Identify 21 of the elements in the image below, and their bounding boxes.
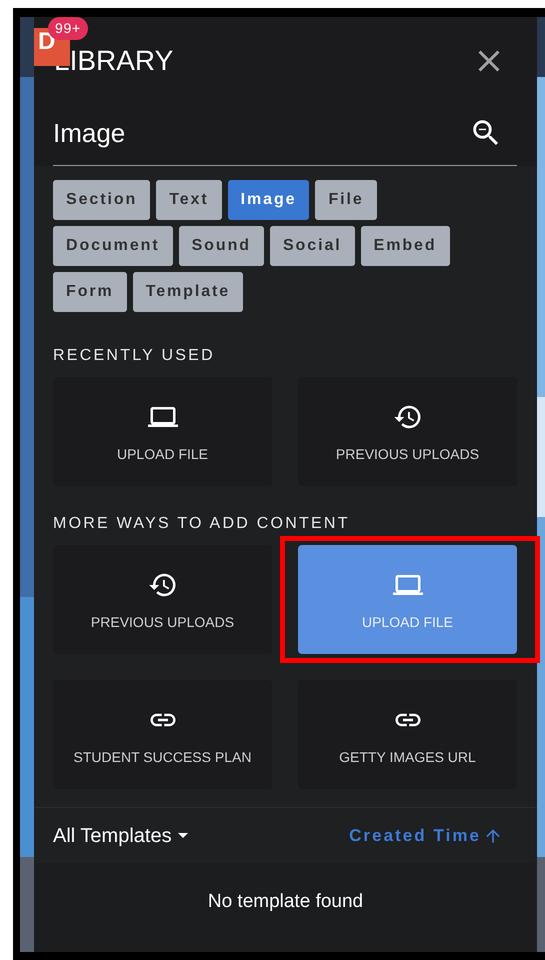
sort-button[interactable]: Created Time <box>349 822 503 848</box>
content-tile[interactable]: UPLOAD FILE <box>53 377 272 486</box>
empty-message: No template found <box>208 890 364 914</box>
content-tile[interactable]: PREVIOUS UPLOADS <box>53 545 272 654</box>
content-tile[interactable]: STUDENT SUCCESS PLAN <box>53 680 272 789</box>
content-tile[interactable]: PREVIOUS UPLOADS <box>298 377 517 486</box>
filter-chip[interactable]: Form <box>53 272 127 312</box>
filter-chip[interactable]: Social <box>270 226 355 266</box>
filter-chip[interactable]: Sound <box>178 226 264 266</box>
caret-icon <box>178 833 188 838</box>
filter-chip[interactable]: Image <box>228 180 310 220</box>
section-heading: MORE WAYS TO ADD CONTENT <box>53 514 351 534</box>
section-heading: RECENTLY USED <box>53 346 216 366</box>
content-tile[interactable]: GETTY IMAGES URL <box>298 680 517 789</box>
filter-chip[interactable]: Template <box>132 272 244 312</box>
filter-chip[interactable]: Document <box>53 226 173 266</box>
filter-chip[interactable]: Embed <box>360 226 450 266</box>
filter-chip[interactable]: File <box>315 180 377 220</box>
filter-chip[interactable]: Text <box>156 180 222 220</box>
filter-chip[interactable]: Section <box>53 180 150 220</box>
template-filter-dropdown[interactable]: All Templates <box>53 820 188 850</box>
